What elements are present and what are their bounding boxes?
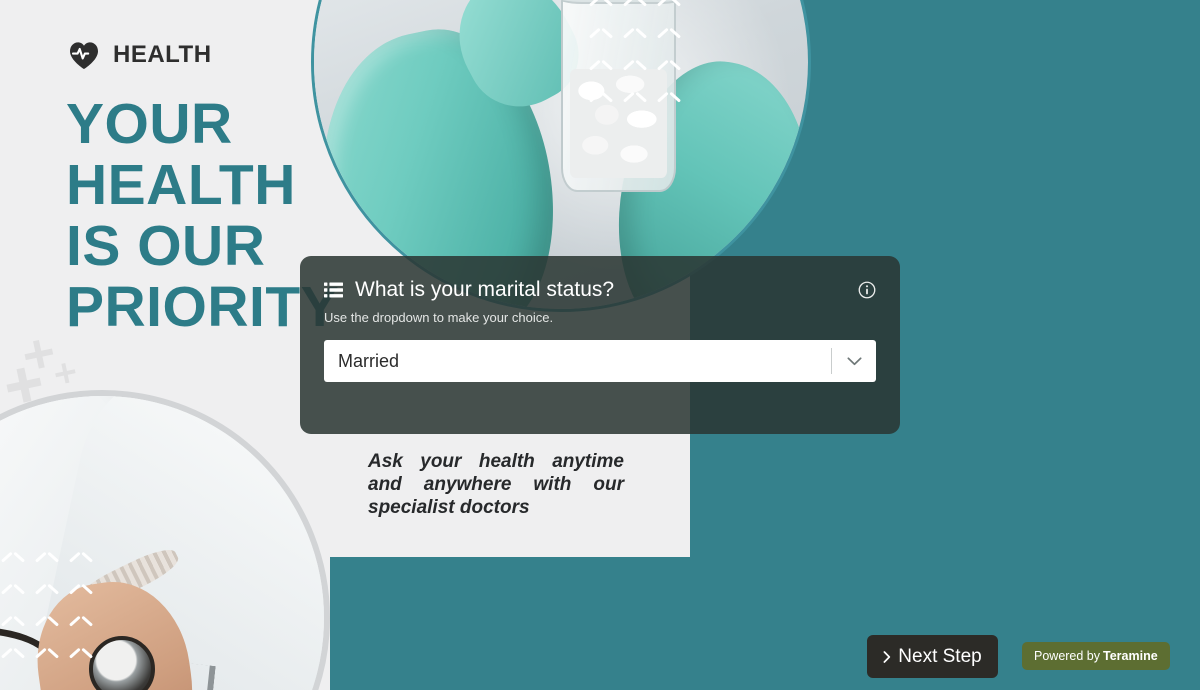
marital-status-select[interactable]: Married [324, 340, 876, 383]
brand-logo: HEALTH [68, 40, 212, 70]
page-root: HEALTH YOUR HEALTH IS OUR PRIORITY Ask y… [0, 0, 1200, 690]
info-circle-icon[interactable] [858, 281, 876, 299]
modal-header: What is your marital status? [324, 278, 876, 301]
heart-pulse-icon [70, 42, 98, 69]
hero-photo-image [0, 396, 324, 690]
cross-icon [22, 338, 55, 371]
hero-photo-stethoscope [0, 390, 330, 690]
hero-tagline: Ask your health anytime and anywhere wit… [368, 451, 624, 518]
brand-name: HEALTH [113, 41, 212, 68]
marital-status-value[interactable]: Married [324, 351, 831, 372]
chevron-down-icon [846, 357, 862, 365]
question-modal: What is your marital status? Use the dro… [300, 256, 900, 434]
headline-line-1: YOUR [66, 92, 233, 156]
next-step-button[interactable]: Next Step [867, 635, 998, 678]
chevron-right-icon [883, 650, 891, 663]
modal-title: What is your marital status? [355, 278, 615, 301]
select-toggle-button[interactable] [832, 340, 876, 382]
pills-shape [569, 68, 668, 179]
powered-by-brand: Teramine [1103, 649, 1158, 663]
headline-line-2: HEALTH [66, 153, 296, 217]
list-icon [324, 282, 343, 298]
powered-by-badge[interactable]: Powered by Teramine [1022, 642, 1170, 670]
modal-subtitle: Use the dropdown to make your choice. [324, 310, 554, 326]
pill-jar-shape [561, 0, 676, 192]
next-step-label: Next Step [898, 645, 982, 667]
powered-by-prefix: Powered by [1034, 649, 1101, 663]
cross-icon [54, 361, 78, 385]
